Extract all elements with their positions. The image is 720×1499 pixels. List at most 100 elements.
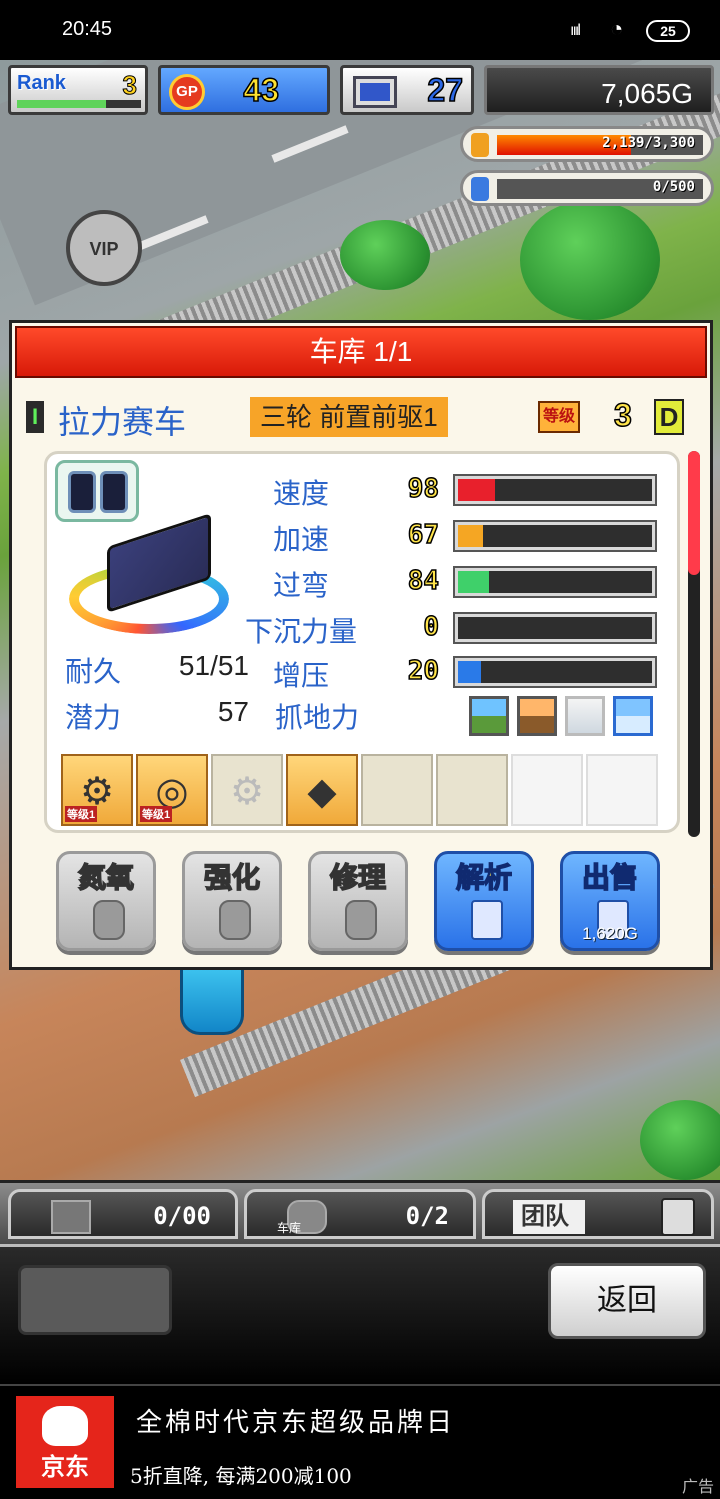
signal-icon: ıııl (570, 22, 581, 39)
grip-label: 抓地力 (275, 702, 360, 733)
grip-icons (469, 696, 669, 740)
egg-icon (219, 900, 251, 940)
ad-title: 全棉时代京东超级品牌日 (136, 1408, 456, 1438)
garage-caption: 车库 (277, 1221, 302, 1235)
dirt-grip-icon (517, 696, 557, 736)
potential-value: 57 (217, 696, 249, 727)
sell-price: 1,620G (582, 924, 638, 943)
stat-bar (453, 566, 657, 598)
nitro-text: 0/500 (652, 179, 695, 195)
footer-panel: 返回 (0, 1244, 720, 1384)
money-panel: 7,065G (484, 65, 714, 115)
parts-slots: ⚙ 等级1 ◎ 等级1 ⚙ ◆ (61, 754, 661, 826)
top-hud: Rank 3 GP 43 27 7,065G (0, 62, 720, 118)
computer-ex-icon (471, 900, 503, 940)
mountain-grip-icon (613, 696, 653, 736)
garage-dialog: 车库 1/1 I 拉力赛车 三轮 前置前驱1 等级 3 D 速度 98 加速 67 过弯… (9, 320, 713, 970)
action-label: 修理 (329, 861, 387, 894)
potential-label: 潜力 (65, 702, 122, 733)
jd-logo: 京东 (16, 1396, 114, 1488)
fuel-can-icon (471, 133, 489, 157)
car-stats-panel: 速度 98 加速 67 过弯 84 下沉力量 0 增压 20 耐久 51/51 潜力 57 抓地力… (44, 451, 680, 833)
tree (640, 1100, 720, 1180)
part-slot[interactable] (361, 754, 433, 826)
level-value: 3 (613, 396, 632, 434)
stat-label: 加速 (273, 524, 330, 555)
action-button-2[interactable]: 修理 (308, 851, 408, 951)
stat-bar (453, 656, 657, 688)
part-level: 等级1 (140, 806, 173, 822)
ad-tag: 广告 (681, 1479, 714, 1496)
stat-value: 20 (407, 655, 440, 687)
car-index: I (26, 401, 44, 433)
vip-sign[interactable]: VIP (66, 210, 142, 286)
gp-panel[interactable]: GP 43 (158, 65, 330, 115)
battery-icon: 25 (646, 20, 690, 42)
research-panel[interactable]: 27 (340, 65, 474, 115)
rank-label: Rank (17, 72, 66, 94)
part-level: 等级1 (65, 806, 98, 822)
tab-garage[interactable]: 车库 0/2 (244, 1189, 476, 1239)
action-button-4[interactable]: 出售 1,620G (560, 851, 660, 951)
driver-avatar-icon (661, 1198, 695, 1236)
stat-value: 98 (407, 473, 440, 505)
back-button[interactable]: 返回 (548, 1263, 706, 1339)
status-bar: 20:45 ıııl ◔ 25 (0, 0, 720, 60)
rank-value: 3 (122, 70, 138, 101)
car-name: 拉力赛车 (58, 404, 187, 440)
stat-label: 下沉力量 (245, 616, 358, 647)
part-slot[interactable]: ⚙ (211, 754, 283, 826)
research-value: 27 (427, 71, 464, 109)
bottle-icon (471, 177, 489, 201)
footer-slot[interactable] (18, 1265, 172, 1335)
grade-badge: D (654, 399, 684, 435)
stat-row: 增压 20 (47, 654, 677, 694)
car-type-badge: 三轮 前置前驱1 (250, 397, 448, 437)
rank-panel[interactable]: Rank 3 (8, 65, 148, 115)
snow-grip-icon (565, 696, 605, 736)
action-button-1[interactable]: 强化 (182, 851, 282, 951)
durability-label: 耐久 (65, 656, 122, 687)
stat-bar (453, 612, 657, 644)
bottom-tab-bar: 0/00 车库 0/2 团队 (0, 1180, 720, 1244)
part-slot[interactable]: ⚙ 等级1 (61, 754, 133, 826)
action-label: 氮氧 (77, 861, 135, 894)
stat-value: 84 (407, 565, 440, 597)
stat-label: 增压 (273, 660, 330, 691)
action-button-3[interactable]: 解析 (434, 851, 534, 951)
stat-bar (453, 520, 657, 552)
gear-part-icon: ⚙ (229, 771, 265, 813)
stat-row: 过弯 84 (47, 564, 677, 604)
ad-banner[interactable]: 京东 全棉时代京东超级品牌日 5折直降, 每满200减100 广告 (0, 1384, 720, 1499)
gp-value: 43 (243, 71, 280, 109)
car-header: I 拉力赛车 三轮 前置前驱1 等级 3 D (26, 395, 696, 440)
tab-team[interactable]: 团队 (482, 1189, 714, 1239)
durability-value: 51/51 (178, 650, 249, 681)
fuel-text: 2,139/3,300 (602, 135, 695, 151)
part-slot[interactable] (436, 754, 508, 826)
action-label: 强化 (203, 861, 261, 894)
crate-icon (51, 1200, 91, 1234)
scrollbar[interactable] (688, 451, 700, 837)
tree (340, 220, 430, 290)
part-slot[interactable]: ◎ 等级1 (136, 754, 208, 826)
dialog-title: 车库 1/1 (15, 326, 707, 378)
stat-label: 速度 (273, 478, 330, 509)
items-count: 0/00 (153, 1202, 211, 1230)
rank-progress-bar (17, 100, 141, 108)
tab-items[interactable]: 0/00 (8, 1189, 238, 1239)
stat-label: 过弯 (273, 570, 330, 601)
action-label: 解析 (455, 861, 513, 894)
level-badge: 等级 (538, 401, 580, 433)
trash-bin (180, 965, 244, 1035)
part-slot[interactable] (511, 754, 583, 826)
stat-row: 下沉力量 0 (47, 610, 677, 650)
jd-dog-icon (42, 1406, 88, 1446)
part-slot[interactable] (586, 754, 658, 826)
action-button-0[interactable]: 氮氧 (56, 851, 156, 951)
part-slot[interactable]: ◆ (286, 754, 358, 826)
nitro-bar: 0/500 (460, 170, 714, 206)
action-label: 出售 (581, 861, 639, 894)
stat-bar (453, 474, 657, 506)
status-time: 20:45 (62, 18, 113, 40)
